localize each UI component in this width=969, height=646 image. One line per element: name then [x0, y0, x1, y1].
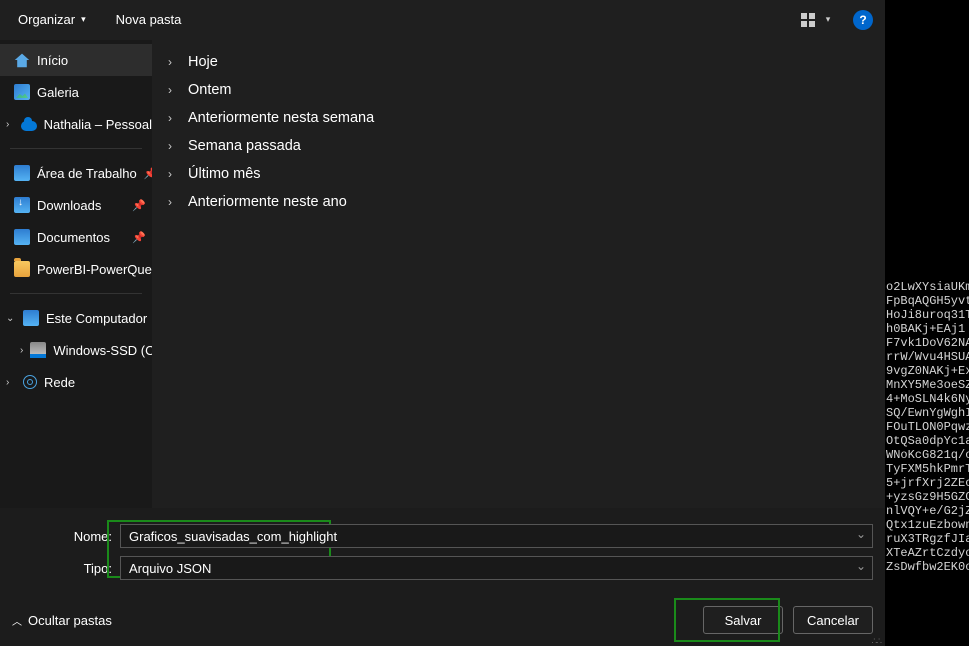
organize-button[interactable]: Organizar — [12, 8, 92, 31]
hide-folders-label: Ocultar pastas — [28, 613, 112, 628]
sidebar-label: Início — [37, 53, 68, 68]
group-label: Anteriormente neste ano — [188, 194, 347, 210]
filetype-label: Tipo: — [12, 561, 120, 576]
filename-input[interactable]: Graficos_suavisadas_com_highlight — [120, 524, 873, 548]
save-dialog: Organizar Nova pasta ▾ ? Início Galeria … — [0, 0, 885, 646]
dialog-toolbar: Organizar Nova pasta ▾ ? — [0, 0, 885, 40]
sidebar-item-this-pc[interactable]: ⌄ Este Computador — [0, 302, 152, 334]
sidebar-label: Documentos — [37, 230, 110, 245]
sidebar-label: Área de Trabalho — [37, 166, 137, 181]
desktop-icon — [14, 165, 30, 181]
filename-row: Nome: Graficos_suavisadas_com_highlight — [12, 524, 873, 548]
network-icon — [23, 375, 37, 389]
sidebar-item-home[interactable]: Início — [0, 44, 152, 76]
pin-icon: 📌 — [144, 167, 152, 180]
file-list-area: › Hoje › Ontem › Anteriormente nesta sem… — [152, 40, 885, 508]
chevron-down-icon: ⌄ — [6, 313, 16, 324]
group-label: Ontem — [188, 82, 232, 98]
sidebar-item-documents[interactable]: Documentos 📌 — [0, 221, 152, 253]
dialog-body: Início Galeria › Nathalia – Pessoal Área… — [0, 40, 885, 508]
view-mode-button[interactable] — [797, 9, 819, 31]
group-last-month[interactable]: › Último mês — [152, 160, 885, 188]
home-icon — [14, 52, 30, 68]
editor-background-text: o2LwXYsiaUKm FpBqAQGH5yvt HoJi8uroq31T h… — [886, 280, 969, 574]
new-folder-button[interactable]: Nova pasta — [110, 8, 188, 31]
sidebar-separator — [10, 293, 142, 294]
document-icon — [14, 229, 30, 245]
chevron-up-icon: ︿ — [12, 613, 22, 628]
cloud-icon — [21, 121, 37, 131]
chevron-right-icon: › — [168, 139, 178, 153]
download-icon — [14, 197, 30, 213]
group-label: Semana passada — [188, 138, 301, 154]
pin-icon: 📌 — [132, 199, 146, 212]
chevron-right-icon: › — [20, 345, 23, 356]
group-earlier-week[interactable]: › Anteriormente nesta semana — [152, 104, 885, 132]
sidebar-item-personal[interactable]: › Nathalia – Pessoal — [0, 108, 152, 140]
chevron-right-icon: › — [168, 55, 178, 69]
cancel-button[interactable]: Cancelar — [793, 606, 873, 634]
sidebar-label: Windows-SSD (C: — [53, 343, 152, 358]
hide-folders-toggle[interactable]: ︿ Ocultar pastas — [12, 613, 112, 628]
group-label: Hoje — [188, 54, 218, 70]
chevron-right-icon: › — [168, 111, 178, 125]
chevron-right-icon: › — [168, 167, 178, 181]
sidebar-label: PowerBI-PowerQue — [37, 262, 152, 277]
folder-icon — [14, 261, 30, 277]
sidebar-item-network[interactable]: › Rede — [0, 366, 152, 398]
navigation-sidebar: Início Galeria › Nathalia – Pessoal Área… — [0, 40, 152, 508]
sidebar-label: Rede — [44, 375, 75, 390]
sidebar-label: Nathalia – Pessoal — [44, 117, 152, 132]
dialog-footer: Nome: Graficos_suavisadas_com_highlight … — [0, 508, 885, 646]
group-earlier-year[interactable]: › Anteriormente neste ano — [152, 188, 885, 216]
sidebar-label: Galeria — [37, 85, 79, 100]
group-last-week[interactable]: › Semana passada — [152, 132, 885, 160]
filetype-select[interactable]: Arquivo JSON — [120, 556, 873, 580]
group-yesterday[interactable]: › Ontem — [152, 76, 885, 104]
footer-actions-row: ︿ Ocultar pastas Salvar Cancelar — [12, 606, 873, 634]
grid-icon — [801, 13, 815, 27]
view-mode-dropdown[interactable]: ▾ — [817, 9, 839, 31]
group-label: Último mês — [188, 166, 261, 182]
group-label: Anteriormente nesta semana — [188, 110, 374, 126]
sidebar-item-drive[interactable]: › Windows-SSD (C: — [0, 334, 152, 366]
sidebar-item-desktop[interactable]: Área de Trabalho 📌 — [0, 157, 152, 189]
sidebar-label: Este Computador — [46, 311, 147, 326]
pc-icon — [23, 310, 39, 326]
gallery-icon — [14, 84, 30, 100]
sidebar-item-folder[interactable]: PowerBI-PowerQue — [0, 253, 152, 285]
chevron-right-icon: › — [6, 377, 16, 388]
pin-icon: 📌 — [132, 231, 146, 244]
sidebar-label: Downloads — [37, 198, 101, 213]
sidebar-separator — [10, 148, 142, 149]
save-button[interactable]: Salvar — [703, 606, 783, 634]
filetype-row: Tipo: Arquivo JSON — [12, 556, 873, 580]
sidebar-item-gallery[interactable]: Galeria — [0, 76, 152, 108]
chevron-right-icon: › — [168, 83, 178, 97]
drive-icon — [30, 342, 46, 358]
chevron-right-icon: › — [6, 119, 14, 130]
group-today[interactable]: › Hoje — [152, 48, 885, 76]
filename-label: Nome: — [12, 529, 120, 544]
sidebar-item-downloads[interactable]: Downloads 📌 — [0, 189, 152, 221]
help-button[interactable]: ? — [853, 10, 873, 30]
chevron-right-icon: › — [168, 195, 178, 209]
resize-grip-icon[interactable]: ∴∴ — [872, 639, 881, 643]
